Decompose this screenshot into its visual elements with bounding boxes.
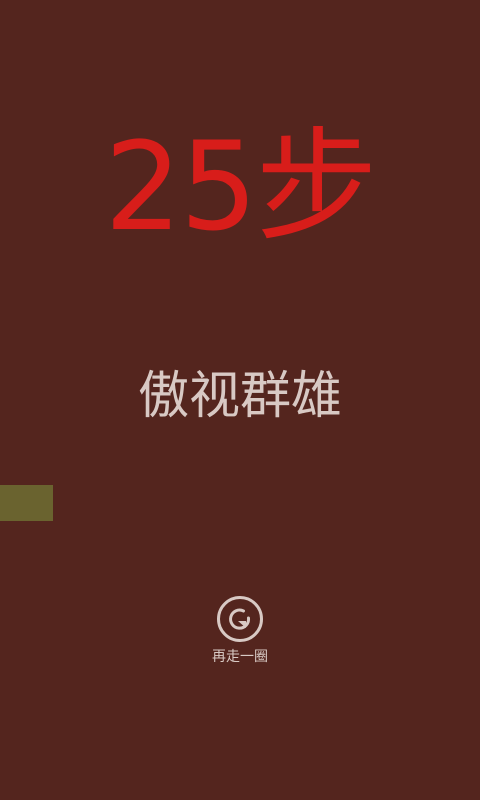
rank-title: 傲视群雄 bbox=[137, 367, 342, 426]
result-screen: 25步 傲视群雄 再走一圈 bbox=[0, 0, 480, 800]
replay-label: 再走一圈 bbox=[212, 649, 268, 665]
replay-button[interactable]: 再走一圈 bbox=[200, 592, 280, 674]
replay-icon bbox=[217, 596, 263, 642]
track-block bbox=[0, 485, 53, 521]
step-score: 25步 bbox=[104, 116, 377, 258]
